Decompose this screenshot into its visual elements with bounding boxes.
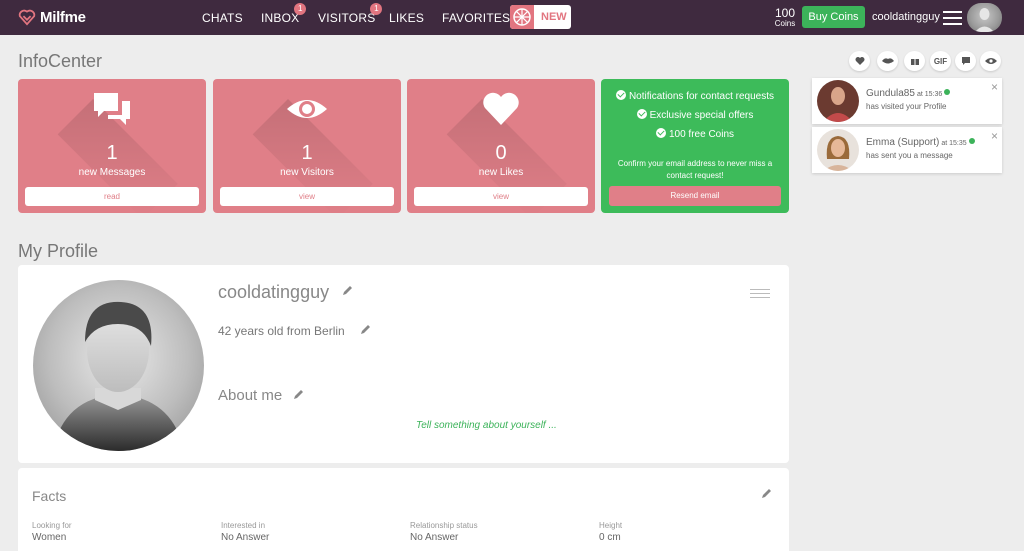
email-promo-card: Notifications for contact requests Exclu…	[601, 79, 789, 213]
header-avatar[interactable]	[967, 3, 1002, 32]
notification-name: Emma (Support) at 15:35	[866, 137, 975, 148]
nav-inbox-label: INBOX	[261, 11, 300, 25]
edit-name-pencil-icon[interactable]	[342, 284, 354, 296]
close-icon[interactable]: ×	[991, 80, 998, 94]
lips-icon[interactable]	[877, 51, 898, 71]
notification-item[interactable]: Gundula85 at 15:36 has visited your Profi…	[812, 78, 1002, 124]
my-profile-title: My Profile	[18, 241, 99, 261]
visitors-label: new Visitors	[280, 167, 334, 178]
promo-line: Notifications for contact requests	[601, 90, 789, 102]
check-icon	[655, 128, 666, 138]
online-indicator	[968, 138, 975, 144]
avatar	[817, 129, 859, 171]
messages-label: new Messages	[78, 167, 146, 178]
menu-icon[interactable]	[943, 11, 962, 25]
infocenter-title: InfoCenter	[18, 51, 103, 71]
notification-item[interactable]: Emma (Support) at 15:35 has sent you a me…	[812, 127, 1002, 173]
nav-likes[interactable]: LIKES	[389, 11, 424, 25]
header-username[interactable]: cooldatingguy	[872, 11, 940, 23]
promo-line: 100 free Coins	[601, 128, 789, 140]
resend-email-button[interactable]: Resend email	[609, 186, 781, 206]
logo-text: Milfme	[40, 8, 86, 26]
promo-line: Exclusive special offers	[601, 109, 789, 121]
fact-value: No Answer	[221, 532, 270, 543]
profile-username: cooldatingguy	[218, 282, 330, 302]
view-visitors-button[interactable]: view	[220, 187, 394, 206]
gif-icon[interactable]: GIF	[930, 51, 951, 71]
visitors-badge: 1	[370, 3, 383, 15]
new-label: NEW	[541, 11, 567, 23]
eye-icon	[213, 89, 401, 129]
nav-chats[interactable]: CHATS	[202, 11, 243, 25]
view-likes-button[interactable]: view	[414, 187, 588, 206]
close-icon[interactable]: ×	[991, 129, 998, 143]
notification-name: Gundula85 at 15:36	[866, 88, 951, 99]
heart-icon	[407, 89, 595, 129]
fact-value: No Answer	[410, 532, 459, 543]
gift-icon[interactable]	[904, 51, 925, 71]
notification-message: has visited your Profile	[866, 102, 947, 111]
read-messages-button[interactable]: read	[25, 187, 199, 206]
wheel-icon	[510, 5, 534, 29]
visitors-count: 1	[301, 142, 313, 164]
eye-icon[interactable]	[980, 51, 1001, 71]
nav-inbox[interactable]: INBOX 1	[261, 3, 307, 25]
nav-favorites[interactable]: FAVORITES	[442, 11, 510, 25]
profile-age-location: 42 years old from Berlin	[218, 324, 345, 338]
nav-visitors-label: VISITORS	[318, 11, 376, 25]
nav-visitors[interactable]: VISITORS 1	[318, 3, 383, 25]
fact-value: Women	[32, 532, 67, 543]
facts-card: Facts Looking for Women Interested in No…	[18, 468, 789, 551]
about-me-title: About me	[218, 387, 283, 404]
top-bar: Milfme CHATS INBOX 1 VISITORS 1 LIKES FA…	[0, 0, 1024, 35]
logo-heart-icon	[18, 9, 36, 26]
profile-avatar[interactable]	[33, 280, 204, 451]
likes-count: 0	[495, 142, 507, 164]
edit-age-pencil-icon[interactable]	[360, 323, 372, 335]
check-icon	[636, 109, 647, 119]
buy-coins-button[interactable]: Buy Coins	[802, 6, 865, 28]
inbox-badge: 1	[294, 3, 307, 15]
fact-label: Relationship status	[410, 521, 478, 530]
notification-message: has sent you a message	[866, 151, 953, 160]
facts-title: Facts	[32, 488, 67, 504]
chat-icon[interactable]	[955, 51, 976, 71]
edit-about-pencil-icon[interactable]	[293, 388, 305, 400]
avatar	[817, 80, 859, 122]
fact-label: Looking for	[32, 521, 72, 530]
profile-card: cooldatingguy 42 years old from Berlin A…	[18, 265, 789, 463]
fact-label: Height	[599, 521, 623, 530]
logo[interactable]: Milfme	[18, 8, 86, 26]
visitors-card[interactable]: 1 new Visitors view	[213, 79, 401, 213]
edit-facts-pencil-icon[interactable]	[761, 487, 773, 499]
coins-count: 100	[774, 6, 796, 20]
fact-label: Interested in	[221, 521, 266, 530]
messages-count: 1	[106, 142, 118, 164]
likes-card[interactable]: 0 new Likes view	[407, 79, 595, 213]
confirm-email-text: Confirm your email address to never miss…	[617, 159, 773, 180]
heart-icon[interactable]	[849, 51, 870, 71]
check-icon	[615, 90, 626, 100]
fact-value: 0 cm	[599, 532, 621, 543]
new-feature-button[interactable]: NEW	[510, 5, 571, 29]
messages-card[interactable]: 1 new Messages read	[18, 79, 206, 213]
online-indicator	[944, 89, 951, 95]
coins-display: 100 Coins	[770, 7, 800, 28]
about-me-placeholder[interactable]: Tell something about yourself ...	[416, 420, 557, 431]
messages-icon	[18, 89, 206, 129]
likes-label: new Likes	[478, 167, 524, 178]
profile-menu-icon[interactable]	[750, 289, 770, 299]
coins-label: Coins	[774, 19, 796, 28]
